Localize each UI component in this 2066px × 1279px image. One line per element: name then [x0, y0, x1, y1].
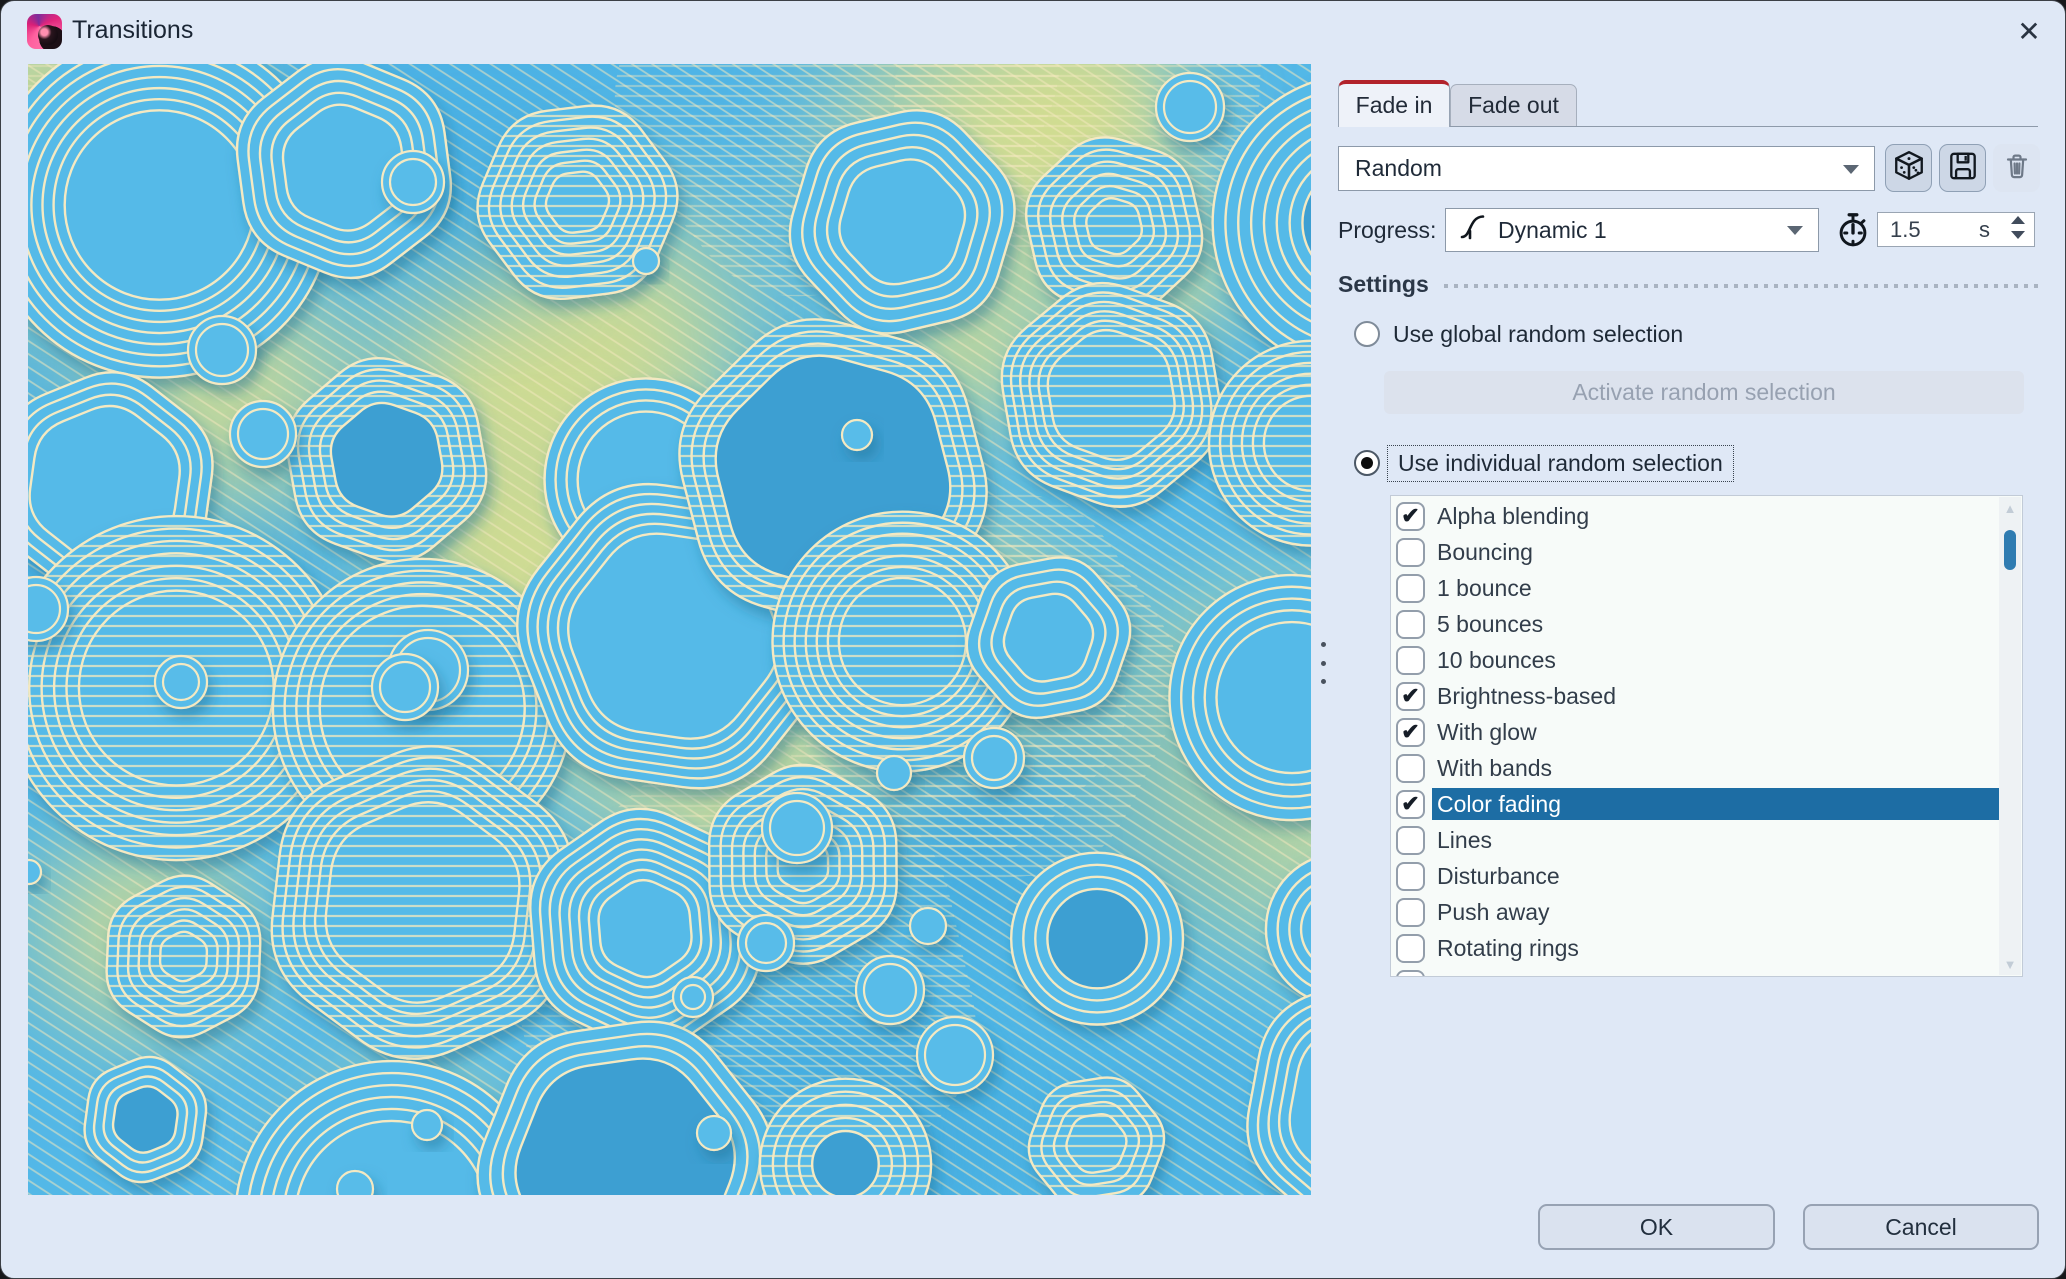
list-item[interactable]: With bands — [1391, 750, 1999, 786]
scroll-up-icon[interactable]: ▲ — [1999, 499, 2021, 517]
duration-value: 1.5 — [1890, 217, 1921, 243]
app-logo-icon — [27, 14, 62, 49]
global-random-label[interactable]: Use global random selection — [1393, 321, 1683, 347]
global-random-radio[interactable] — [1354, 321, 1380, 347]
checkbox-unchecked[interactable] — [1396, 610, 1425, 639]
list-item-label[interactable]: Brightness-based — [1432, 680, 1999, 712]
list-item-label[interactable]: Push away — [1432, 896, 1999, 928]
cancel-button[interactable]: Cancel — [1803, 1204, 2039, 1250]
spinner-arrows[interactable] — [2011, 216, 2025, 239]
checkbox-unchecked[interactable] — [1396, 898, 1425, 927]
scrollbar-thumb[interactable] — [2004, 530, 2016, 570]
tab-fade-in[interactable]: Fade in — [1338, 80, 1450, 127]
checkbox-unchecked[interactable] — [1396, 754, 1425, 783]
list-item-label[interactable]: Alpha blending — [1432, 500, 1999, 532]
list-item[interactable]: Bouncing — [1391, 534, 1999, 570]
duration-unit: s — [1979, 217, 1990, 243]
checkbox-unchecked[interactable] — [1396, 574, 1425, 603]
list-item-label[interactable]: Lines — [1432, 824, 1999, 856]
checkbox-unchecked[interactable] — [1396, 826, 1425, 855]
list-item[interactable]: Disturbance — [1391, 858, 1999, 894]
progress-curve-combobox[interactable]: Dynamic 1 — [1445, 208, 1819, 252]
list-item[interactable]: ✔Alpha blending — [1391, 498, 1999, 534]
splitter-handle[interactable] — [1316, 642, 1330, 684]
curve-name: Dynamic 1 — [1498, 217, 1607, 244]
settings-divider — [1444, 284, 2038, 288]
list-item[interactable]: ✔Color fading — [1391, 786, 1999, 822]
dynamic-curve-icon — [1458, 211, 1488, 249]
checkbox-checked[interactable]: ✔ — [1396, 790, 1425, 819]
checkbox-unchecked[interactable] — [1396, 538, 1425, 567]
settings-heading: Settings — [1338, 271, 1429, 298]
list-item-label[interactable]: With glow — [1432, 716, 1999, 748]
list-item-label[interactable]: Rotating rings — [1432, 932, 1999, 964]
list-item-label[interactable]: With bands — [1432, 752, 1999, 784]
ok-button[interactable]: OK — [1538, 1204, 1775, 1250]
transition-preview-image — [28, 64, 1311, 1195]
progress-label: Progress: — [1338, 208, 1436, 252]
list-item-label[interactable]: Disturbance — [1432, 860, 1999, 892]
list-item[interactable]: Push away — [1391, 894, 1999, 930]
preset-value: Random — [1355, 155, 1442, 182]
list-item[interactable]: Rotating rings — [1391, 930, 1999, 966]
preset-combobox[interactable]: Random — [1338, 146, 1875, 191]
list-item-label[interactable]: 1 bounce — [1432, 572, 1999, 604]
individual-random-radio[interactable] — [1354, 450, 1380, 476]
list-item-label[interactable]: 5 bounces — [1432, 608, 1999, 640]
checkbox-unchecked[interactable] — [1396, 970, 1425, 977]
tab-fade-out[interactable]: Fade out — [1450, 84, 1577, 126]
checkbox-checked[interactable]: ✔ — [1396, 718, 1425, 747]
dice-icon — [1892, 149, 1926, 188]
list-item[interactable]: 10 bounces — [1391, 642, 1999, 678]
chevron-down-icon — [1843, 165, 1859, 174]
title-bar: Transitions ✕ — [1, 1, 2065, 61]
individual-random-label[interactable]: Use individual random selection — [1387, 445, 1734, 482]
close-icon[interactable]: ✕ — [2005, 11, 2053, 51]
list-scrollbar[interactable]: ▲ ▼ — [1999, 497, 2021, 975]
list-item-label[interactable]: 10 bounces — [1432, 644, 1999, 676]
list-item[interactable]: Lines — [1391, 822, 1999, 858]
delete-button[interactable] — [1993, 144, 2040, 192]
list-item-label[interactable] — [1432, 968, 1999, 976]
trash-icon — [2001, 150, 2033, 187]
transition-list: ✔Alpha blendingBouncing1 bounce5 bounces… — [1390, 495, 2023, 977]
checkbox-unchecked[interactable] — [1396, 862, 1425, 891]
list-item[interactable]: ✔With glow — [1391, 714, 1999, 750]
spin-up-icon — [2011, 216, 2025, 224]
checkbox-unchecked[interactable] — [1396, 646, 1425, 675]
stopwatch-icon — [1834, 211, 1872, 249]
checkbox-checked[interactable]: ✔ — [1396, 502, 1425, 531]
randomize-button[interactable] — [1885, 144, 1932, 192]
activate-random-button[interactable]: Activate random selection — [1384, 371, 2024, 414]
scroll-down-icon[interactable]: ▼ — [1999, 955, 2021, 973]
spin-down-icon — [2011, 231, 2025, 239]
checkbox-checked[interactable]: ✔ — [1396, 682, 1425, 711]
chevron-down-icon — [1787, 226, 1803, 235]
list-item-label[interactable]: Bouncing — [1432, 536, 1999, 568]
list-item[interactable]: ✔Brightness-based — [1391, 678, 1999, 714]
list-item-partial[interactable] — [1391, 966, 1999, 976]
list-item[interactable]: 1 bounce — [1391, 570, 1999, 606]
list-item-label[interactable]: Color fading — [1432, 788, 1999, 820]
settings-header: Settings — [1338, 270, 2038, 298]
window-title: Transitions — [72, 16, 193, 45]
list-item[interactable]: 5 bounces — [1391, 606, 1999, 642]
duration-spinbox[interactable]: 1.5 s — [1877, 212, 2035, 247]
checkbox-unchecked[interactable] — [1396, 934, 1425, 963]
transitions-dialog: Transitions ✕ Fade in Fade out Random — [0, 0, 2066, 1279]
save-button[interactable] — [1939, 144, 1986, 192]
save-icon — [1946, 149, 1980, 188]
